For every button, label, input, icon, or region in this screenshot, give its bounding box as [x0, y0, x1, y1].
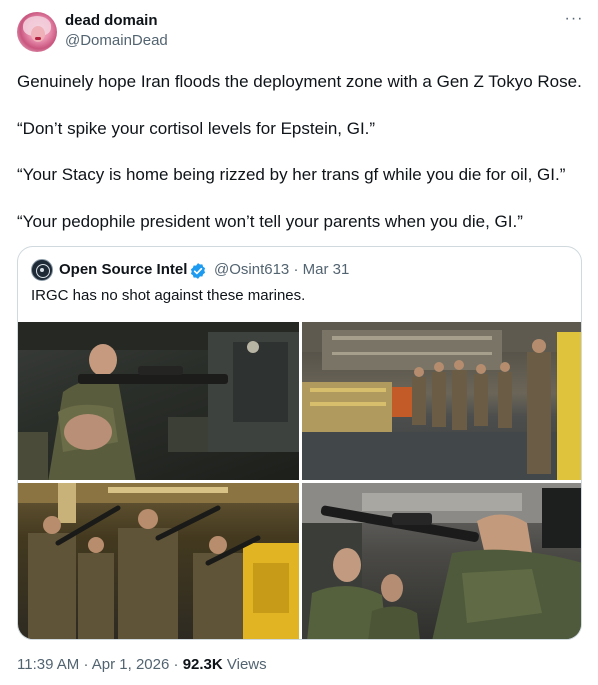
tweet-text-line-1: Genuinely hope Iran floods the deploymen…	[17, 72, 582, 91]
quoted-display-name[interactable]: Open Source Intel	[59, 261, 187, 278]
media-image-1[interactable]	[18, 322, 299, 480]
views-label: Views	[226, 656, 267, 673]
meta-separator: ·	[293, 261, 299, 278]
tweet: dead domain @DomainDead ··· Genuinely ho…	[0, 0, 598, 685]
quoted-meta: @Osint613 · Mar 31	[214, 261, 349, 278]
tweet-footer: 11:39 AM · Apr 1, 2026 · 92.3K Views	[17, 656, 267, 673]
media-grid	[18, 322, 581, 639]
author-avatar[interactable]	[17, 12, 57, 52]
media-image-3[interactable]	[18, 483, 299, 639]
quoted-tweet[interactable]: Open Source Intel @Osint613 · Mar 31 IRG…	[17, 246, 582, 640]
photo-marine-aiming	[18, 322, 299, 480]
tweet-text-line-3: “Your Stacy is home being rizzed by her …	[17, 165, 566, 184]
verified-badge-icon	[190, 263, 206, 279]
photo-marines-rifles	[18, 483, 299, 639]
avatar-lips	[35, 37, 41, 40]
quoted-date[interactable]: Mar 31	[303, 261, 350, 278]
tweet-text-line-4: “Your pedophile president won’t tell you…	[17, 212, 523, 231]
footer-separator: ·	[83, 656, 89, 673]
quoted-text: IRGC has no shot against these marines.	[31, 287, 306, 304]
footer-separator: ·	[173, 656, 179, 673]
quoted-author-avatar[interactable]	[31, 259, 53, 281]
author-handle[interactable]: @DomainDead	[65, 32, 168, 49]
views-count: 92.3K	[182, 656, 223, 673]
quoted-handle[interactable]: @Osint613	[214, 261, 289, 278]
photo-hangar-deck	[302, 322, 581, 480]
media-image-4[interactable]	[302, 483, 581, 639]
author-display-name[interactable]: dead domain	[65, 12, 158, 29]
more-options-icon[interactable]: ···	[564, 11, 584, 32]
tweet-time[interactable]: 11:39 AM	[17, 656, 79, 673]
tweet-text-line-2: “Don’t spike your cortisol levels for Ep…	[17, 119, 376, 138]
tweet-date[interactable]: Apr 1, 2026	[92, 656, 170, 673]
photo-marine-suppressor	[302, 483, 581, 639]
media-image-2[interactable]	[302, 322, 581, 480]
